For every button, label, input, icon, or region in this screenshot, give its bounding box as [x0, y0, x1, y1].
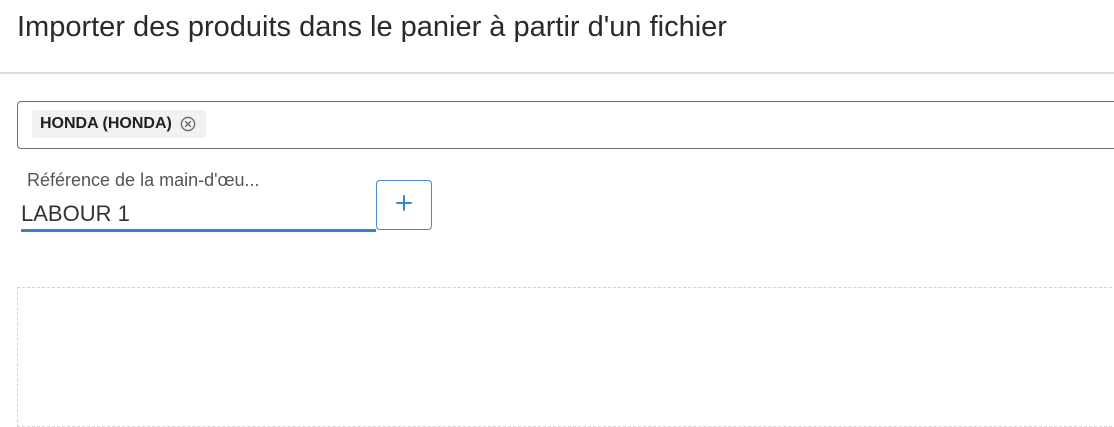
page-title: Importer des produits dans le panier à p… [17, 11, 727, 43]
add-labour-button[interactable] [376, 180, 432, 230]
plus-icon [395, 194, 413, 217]
close-circle-icon[interactable] [180, 116, 196, 132]
labour-reference-field: Référence de la main-d'œu... [21, 168, 376, 236]
file-drop-zone[interactable] [17, 287, 1114, 427]
brand-chip-label: HONDA (HONDA) [40, 115, 172, 132]
labour-reference-label: Référence de la main-d'œu... [27, 170, 260, 190]
brand-multi-select[interactable]: HONDA (HONDA) [17, 101, 1114, 149]
labour-reference-input[interactable] [21, 198, 376, 232]
page-header: Importer des produits dans le panier à p… [0, 0, 1114, 74]
brand-chip: HONDA (HONDA) [32, 110, 206, 138]
